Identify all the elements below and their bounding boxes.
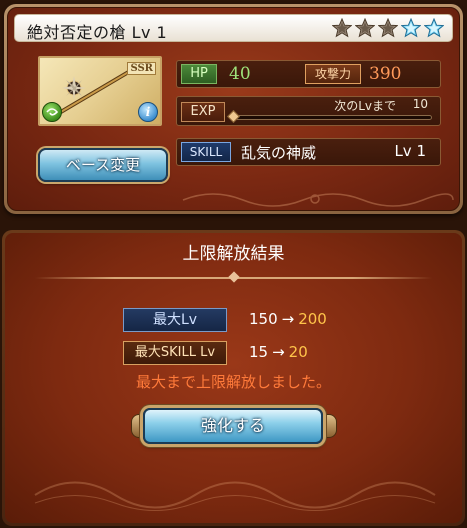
enhance-button[interactable]: 強化する [143,408,323,444]
base-change-button[interactable]: ベース変更 [38,148,168,182]
star-icon-bronze [355,18,375,38]
arrow-right-icon: → [272,343,285,361]
max-skill-lv-to: 20 [288,343,308,361]
max-lv-to: 200 [298,310,327,328]
skill-level: Lv 1 [394,142,426,160]
hp-value: 40 [229,64,251,84]
weapon-card: 絶対否定の槍 Lv 1 SSR i ベース変更 HP 40 攻撃力 390 EX… [4,4,463,214]
exp-marker-icon [227,110,240,123]
hp-atk-row: HP 40 攻撃力 390 [176,60,441,88]
exp-label: EXP [181,102,225,122]
decorative-flourish-icon [182,193,454,207]
max-lv-from: 150 [249,310,278,328]
result-header: 上限解放結果 [182,244,285,264]
exp-progress-bar [235,115,432,120]
ssr-badge: SSR [127,62,156,75]
rarity-stars [332,18,444,38]
exp-next-value: 10 [412,97,428,111]
star-icon-bronze [332,18,352,38]
arrow-right-icon: → [281,310,295,328]
weapon-portrait[interactable]: SSR i [38,56,162,126]
info-icon[interactable]: i [138,102,158,122]
atk-label: 攻撃力 [305,64,361,84]
star-icon-blue [401,18,421,38]
result-panel-body: 上限解放結果 最大Lv 150 → 200 最大SKILL Lv 15 → 20 最大ま… [5,233,462,523]
decorative-flourish-icon [34,481,436,511]
wind-element-icon [42,102,62,122]
exp-next-label: 次のLvまで [334,99,396,113]
skill-row[interactable]: SKILL 乱気の神威 Lv 1 [176,138,441,166]
star-icon-blue [424,18,444,38]
button-wing-right-icon [321,414,337,438]
skill-name: 乱気の神威 [241,144,317,162]
max-lv-label: 最大Lv [123,308,227,332]
limit-break-notice: 最大まで上限解放しました。 [135,373,331,391]
weapon-title: 絶対否定の槍 Lv 1 [27,23,168,42]
star-icon-bronze [378,18,398,38]
max-lv-change: 150 → 200 [249,310,327,328]
atk-value: 390 [369,64,402,84]
exp-row: EXP 次のLvまで 10 [176,96,441,126]
max-skill-lv-from: 15 [249,343,269,361]
limit-break-result-panel: 上限解放結果 最大Lv 150 → 200 最大SKILL Lv 15 → 20 最大ま… [2,230,465,526]
weapon-title-bar: 絶対否定の槍 Lv 1 [14,14,453,42]
skill-label: SKILL [181,142,231,162]
hp-label: HP [181,64,217,84]
max-skill-lv-change: 15 → 20 [249,343,308,361]
weapon-card-body: 絶対否定の槍 Lv 1 SSR i ベース変更 HP 40 攻撃力 390 EX… [7,7,460,211]
max-skill-lv-label: 最大SKILL Lv [123,341,227,365]
